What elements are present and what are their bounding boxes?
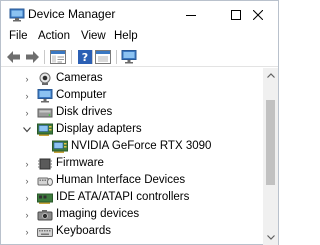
vertical-scrollbar[interactable] [263,68,278,245]
tree-item-cameras[interactable]: › Cameras [1,71,263,87]
menu-help[interactable]: Help [114,30,138,42]
properties-icon [50,50,66,64]
scroll-up-arrow-icon [266,73,275,78]
expand-chevron-icon[interactable]: › [22,226,32,238]
tree-item-nvidia-geforce-rtx-3090[interactable]: NVIDIA GeForce RTX 3090 [1,139,263,155]
tree-item-computer[interactable]: › Computer [1,88,263,104]
device-manager-window: Device Manager File Action View Help ? ›… [0,0,279,245]
tree-item-label: Cameras [56,72,103,84]
imaging-device-icon [37,208,53,222]
menu-file[interactable]: File [9,30,28,42]
close-button[interactable] [238,1,278,28]
firmware-icon [37,157,53,171]
menu-action[interactable]: Action [38,30,70,42]
update-driver-icon [95,50,111,64]
keyboard-icon [37,225,53,239]
display-adapter-icon [37,123,53,137]
tree-item-label: Keyboards [56,225,111,237]
collapse-chevron-icon[interactable] [22,124,32,136]
expand-chevron-icon[interactable]: › [22,209,32,221]
tree-item-label: IDE ATA/ATAPI controllers [56,191,190,203]
scrollbar-thumb[interactable] [266,100,275,185]
back-button[interactable] [6,49,22,65]
back-arrow-icon [7,51,20,63]
forward-arrow-icon [26,51,39,63]
scroll-down-arrow-icon [266,235,275,240]
expand-chevron-icon[interactable]: › [22,175,32,187]
toolbar-separator [116,50,117,64]
tree-item-label: NVIDIA GeForce RTX 3090 [71,140,212,152]
scroll-up-button[interactable] [263,68,278,83]
minimize-icon [186,14,196,16]
scan-monitor-icon [121,50,137,64]
tree-item-keyboards[interactable]: › Keyboards [1,224,263,240]
ide-controller-icon [37,191,53,205]
scroll-down-button[interactable] [263,230,278,245]
expand-chevron-icon[interactable]: › [22,158,32,170]
toolbar-separator [44,50,45,64]
forward-button[interactable] [24,49,40,65]
update-driver-button[interactable] [95,49,111,65]
tree-item-label: Human Interface Devices [56,174,186,186]
hid-icon [37,174,53,188]
tree-item-firmware[interactable]: › Firmware [1,156,263,172]
toolbar-separator [92,50,93,64]
tree-item-label: Display adapters [56,123,142,135]
device-tree: › Cameras › Computer › Disk drives Displ… [1,68,263,245]
display-adapter-icon [52,140,68,154]
help-button[interactable]: ? [77,49,93,65]
tree-item-label: Computer [56,89,107,101]
tree-item-label: Disk drives [56,106,113,118]
expand-chevron-icon[interactable]: › [22,90,32,102]
title-bar[interactable]: Device Manager [1,1,278,28]
properties-button[interactable] [50,49,66,65]
computer-icon [37,89,53,103]
tree-item-label: Imaging devices [56,208,140,220]
tree-item-ide-ata-atapi-controllers[interactable]: › IDE ATA/ATAPI controllers [1,190,263,206]
tree-item-imaging-devices[interactable]: › Imaging devices [1,207,263,223]
tree-item-display-adapters[interactable]: Display adapters [1,122,263,138]
toolbar: ? [1,47,278,67]
expand-chevron-icon[interactable]: › [22,73,32,85]
scan-hardware-button[interactable] [121,49,137,65]
tree-item-human-interface-devices[interactable]: › Human Interface Devices [1,173,263,189]
svg-text:?: ? [82,51,88,64]
camera-icon [37,72,53,86]
window-title: Device Manager [28,7,116,21]
menu-bar: File Action View Help [1,28,278,47]
tree-item-label: Firmware [56,157,104,169]
toolbar-separator [71,50,72,64]
close-icon [253,9,263,20]
expand-chevron-icon[interactable]: › [22,192,32,204]
disk-drive-icon [37,106,53,120]
menu-view[interactable]: View [81,30,106,42]
expand-chevron-icon[interactable]: › [22,107,32,119]
device-manager-app-icon [9,8,25,22]
tree-item-disk-drives[interactable]: › Disk drives [1,105,263,121]
help-icon: ? [78,50,92,64]
minimize-button[interactable] [171,1,211,28]
